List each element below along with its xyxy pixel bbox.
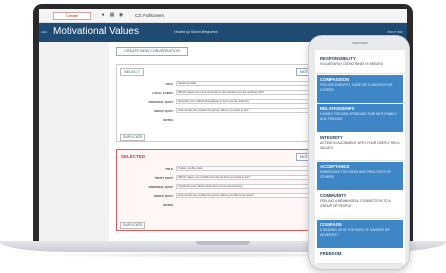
- row-label: NOTES: [163, 118, 173, 122]
- grid-icon[interactable]: ▦: [109, 12, 115, 19]
- row-field[interactable]: How would you explain the group values y…: [176, 108, 326, 113]
- phone-device: RESPONSIBILITY VOLUNTARILY DOING WHAT IS…: [308, 35, 410, 270]
- toolbar: Create ● ▦ ◉ C3: Fullscreen: [39, 9, 407, 23]
- page-title: Motivational Values: [53, 26, 139, 37]
- brand-logo: c3ch: [41, 30, 48, 34]
- stage: { "toolbar": { "create_label": "Create",…: [0, 0, 446, 273]
- duplicate-button[interactable]: DUPLICATE: [120, 134, 146, 141]
- value-desc: ACTING IN ALIGNMENT WITH YOUR DEEPLY HEL…: [320, 141, 400, 150]
- row-field[interactable]: Celebrate your values that show in how a…: [176, 184, 326, 189]
- laptop-notch: [196, 241, 250, 245]
- phone-screen: RESPONSIBILITY VOLUNTARILY DOING WHAT IS…: [315, 50, 405, 264]
- row-field[interactable]: Which values are most important to the s…: [176, 90, 326, 95]
- value-desc: CARING FOR AND SPENDING TIME WITH FAMILY…: [320, 112, 397, 121]
- row-label: GROUP QUOT: [153, 194, 173, 198]
- value-title: FREEDOM: [320, 251, 342, 256]
- value-item-responsibility[interactable]: RESPONSIBILITY VOLUNTARILY DOING WHAT IS…: [317, 54, 403, 74]
- value-desc: EMBRACING THE IDEAS AND PRACTICES OF OTH…: [320, 170, 392, 179]
- create-conversation-button[interactable]: CREATE NEW CONVERSATION: [116, 47, 188, 56]
- print-link[interactable]: PRINT PDF: [387, 30, 403, 34]
- selected-label: SELECTED: [121, 154, 146, 159]
- row-field[interactable]: How would you explain the group values y…: [176, 193, 326, 198]
- select-button[interactable]: SELECT: [120, 68, 144, 76]
- value-item-compassion[interactable]: COMPASSION FEELING EMPATHY, CARE OR CONC…: [317, 75, 403, 103]
- phone-speaker: [352, 42, 368, 44]
- row-label: LOCAL CLIENT: [152, 91, 173, 95]
- row-field[interactable]: Student profile: [176, 81, 326, 86]
- row-label: PERSONAL QUOT: [148, 100, 173, 104]
- row-label: TRUST QUOT: [154, 176, 173, 180]
- value-desc: VOLUNTARILY DOING WHAT IS NEEDED: [320, 62, 384, 66]
- value-desc: FEELING A MEANINGFUL CONNECTION TO A GRO…: [320, 199, 391, 208]
- create-dropdown-button[interactable]: Create: [53, 12, 91, 20]
- value-item-courage[interactable]: COURAGE STANDING UP IN THE FACE OF DANGE…: [317, 220, 403, 248]
- host-subtitle: Hosted by Simon Bergstrom: [174, 30, 218, 34]
- left-rail: [39, 42, 109, 241]
- duplicate-button[interactable]: DUPLICATE: [120, 222, 146, 229]
- row-field[interactable]: Tertiary profile class: [176, 166, 326, 171]
- user-icon[interactable]: ●: [100, 12, 106, 19]
- row-label: TITLE: [165, 167, 173, 171]
- value-item-integrity[interactable]: INTEGRITY ACTING IN ALIGNMENT WITH YOUR …: [317, 133, 403, 161]
- row-label: GROUP QUOT: [153, 109, 173, 113]
- row-label: TITLE: [165, 82, 173, 86]
- value-item-freedom[interactable]: FREEDOM: [317, 249, 403, 264]
- value-item-relationships[interactable]: RELATIONSHIPS CARING FOR AND SPENDING TI…: [317, 104, 403, 132]
- value-item-acceptance[interactable]: ACCEPTANCE EMBRACING THE IDEAS AND PRACT…: [317, 162, 403, 190]
- row-label: NOTES: [163, 203, 173, 207]
- value-desc: FEELING EMPATHY, CARE OR CONCERN FOR OTH…: [320, 83, 393, 92]
- circle-icon[interactable]: ◉: [118, 12, 124, 19]
- row-label: PERSONAL QUOT: [148, 185, 173, 189]
- value-desc: STANDING UP IN THE FACE OF DANGER OR ADV…: [320, 228, 390, 237]
- value-item-community[interactable]: COMMUNITY FEELING A MEANINGFUL CONNECTIO…: [317, 191, 403, 219]
- fullscreen-label[interactable]: C3: Fullscreen: [135, 12, 164, 19]
- row-field[interactable]: Which values are exhibited to the studen…: [176, 175, 326, 180]
- row-field[interactable]: Describe your values that appear in how …: [176, 99, 326, 104]
